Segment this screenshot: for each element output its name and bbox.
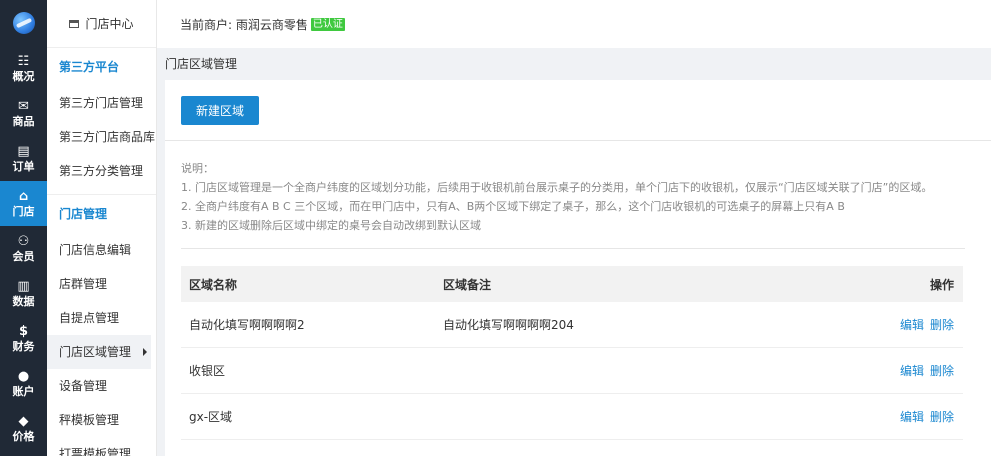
sidebar-item-store-area[interactable]: 门店区域管理	[47, 335, 151, 369]
sidebar-item-store-info[interactable]: 门店信息编辑	[47, 233, 156, 267]
sidebar-item-third-party-store[interactable]: 第三方门店管理	[47, 86, 156, 120]
divider	[181, 248, 965, 249]
instructions-title: 说明：	[181, 162, 214, 175]
price-icon: ◆	[18, 413, 29, 429]
nav-item-order[interactable]: ▤ 订单	[0, 136, 47, 181]
verified-badge: 已认证	[310, 17, 345, 31]
area-name: 自动化填写啊啊啊啊2	[189, 318, 305, 332]
edit-link[interactable]: 编辑	[900, 318, 924, 332]
data-icon: ▥	[17, 278, 30, 294]
nav-item-label: 商品	[12, 114, 35, 128]
nav-item-store[interactable]: ⌂ 门店	[0, 181, 47, 226]
nav-item-member[interactable]: ⚇ 会员	[0, 226, 47, 271]
nav-item-label: 订单	[12, 159, 35, 173]
nav-item-label: 财务	[12, 339, 35, 353]
logo[interactable]	[0, 0, 47, 46]
store-icon	[69, 19, 80, 28]
nav-item-account[interactable]: ● 账户	[0, 361, 47, 406]
area-table: 区域名称 区域备注 操作 自动化填写啊啊啊啊2 自动化填写啊啊啊啊204 编辑 删除收…	[181, 266, 963, 440]
finance-icon: $	[18, 323, 29, 339]
section-store-management: 门店管理 门店信息编辑 店群管理 自提点管理 门店区域管理 设备管理 秤模板管理…	[47, 195, 156, 456]
new-area-button[interactable]: 新建区域	[181, 96, 259, 125]
sidebar-item-third-party-category[interactable]: 第三方分类管理	[47, 154, 156, 188]
member-icon: ⚇	[17, 233, 30, 249]
section-third-party: 第三方平台 第三方门店管理 第三方门店商品库 第三方分类管理	[47, 48, 156, 195]
sidebar-item-ticket-template[interactable]: 打票模板管理	[47, 437, 156, 456]
edit-link[interactable]: 编辑	[900, 364, 924, 378]
edit-link[interactable]: 编辑	[900, 410, 924, 424]
store-center-sidebar: 门店中心 第三方平台 第三方门店管理 第三方门店商品库 第三方分类管理 门店管理…	[47, 0, 157, 456]
nav-item-label: 会员	[12, 249, 35, 263]
sidebar-item-store-group[interactable]: 店群管理	[47, 267, 156, 301]
nav-item-label: 门店	[12, 204, 35, 218]
overview-icon: ☷	[17, 53, 30, 69]
sidebar-header: 门店中心	[47, 0, 156, 48]
column-header-name: 区域名称	[189, 277, 238, 292]
sidebar-item-scale-template[interactable]: 秤模板管理	[47, 403, 156, 437]
current-merchant: 当前商户: 雨润云商零售	[180, 17, 308, 32]
product-icon: ✉	[18, 98, 29, 114]
logo-icon	[12, 12, 35, 34]
nav-item-overview[interactable]: ☷ 概况	[0, 46, 47, 91]
table-row: gx-区域 编辑 删除	[181, 394, 963, 440]
divider	[165, 140, 991, 141]
section-title-third-party: 第三方平台	[59, 60, 120, 74]
row-actions: 编辑 删除	[863, 362, 963, 379]
page-title: 门店区域管理	[157, 49, 991, 80]
column-header-actions: 操作	[929, 277, 954, 292]
sidebar-header-title: 门店中心	[85, 17, 134, 31]
order-icon: ▤	[17, 143, 30, 159]
instructions-line-1: 1. 门店区域管理是一个全商户纬度的区域划分功能，后续用于收银机前台展示桌子的分…	[181, 181, 933, 194]
sidebar-item-device[interactable]: 设备管理	[47, 369, 156, 403]
instructions-line-2: 2. 全商户纬度有A B C 三个区域，而在甲门店中，只有A、B两个区域下绑定了…	[181, 200, 845, 213]
table-row: 收银区 编辑 删除	[181, 348, 963, 394]
section-title-store-management: 门店管理	[59, 207, 108, 221]
nav-item-finance[interactable]: $ 财务	[0, 316, 47, 361]
instructions-line-3: 3. 新建的区域删除后区域中绑定的桌号会自动改绑到默认区域	[181, 219, 481, 232]
delete-link[interactable]: 删除	[930, 318, 954, 332]
store-icon: ⌂	[18, 188, 29, 204]
instructions: 说明： 1. 门店区域管理是一个全商户纬度的区域划分功能，后续用于收银机前台展示…	[181, 159, 932, 235]
main-nav: ☷ 概况 ✉ 商品 ▤ 订单 ⌂ 门店 ⚇ 会员 ▥ 数据 $ 财务 ● 账户 ◆ 价格	[0, 0, 47, 456]
area-management-panel: 新建区域 说明： 1. 门店区域管理是一个全商户纬度的区域划分功能，后续用于收银…	[165, 80, 991, 456]
table-row: 自动化填写啊啊啊啊2 自动化填写啊啊啊啊204 编辑 删除	[181, 302, 963, 348]
nav-item-label: 账户	[12, 384, 35, 398]
nav-item-data[interactable]: ▥ 数据	[0, 271, 47, 316]
area-remark: 自动化填写啊啊啊啊204	[443, 318, 574, 332]
area-name: gx-区域	[189, 410, 233, 424]
nav-item-product[interactable]: ✉ 商品	[0, 91, 47, 136]
delete-link[interactable]: 删除	[930, 410, 954, 424]
nav-item-label: 数据	[12, 294, 35, 308]
row-actions: 编辑 删除	[863, 408, 963, 425]
row-actions: 编辑 删除	[863, 316, 963, 333]
table-header: 区域名称 区域备注 操作	[181, 266, 963, 302]
area-name: 收银区	[189, 364, 226, 378]
sidebar-item-third-party-goods[interactable]: 第三方门店商品库	[47, 120, 156, 154]
sidebar-item-pickup-point[interactable]: 自提点管理	[47, 301, 156, 335]
account-icon: ●	[17, 368, 30, 384]
nav-item-label: 概况	[12, 69, 35, 83]
nav-item-price[interactable]: ◆ 价格	[0, 406, 47, 451]
delete-link[interactable]: 删除	[930, 364, 954, 378]
merchant-bar: 当前商户: 雨润云商零售 已认证	[157, 0, 991, 48]
column-header-remark: 区域备注	[443, 277, 492, 292]
nav-item-label: 价格	[12, 429, 35, 443]
